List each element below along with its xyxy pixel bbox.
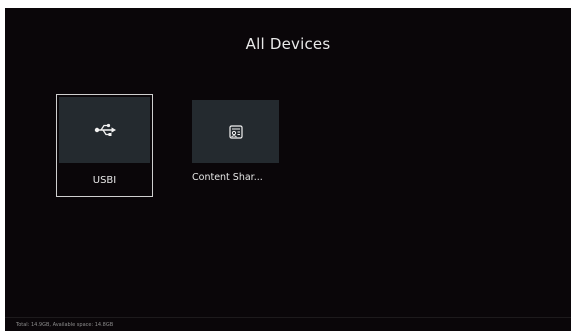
device-tile-usb[interactable]: USBI: [56, 94, 153, 197]
usb-icon: [94, 123, 116, 136]
page-title: All Devices: [245, 35, 331, 53]
footer-divider: [5, 317, 571, 318]
device-label: USBI: [92, 175, 117, 186]
device-label: Content Shar...: [192, 172, 263, 183]
device-thumbnail: [59, 97, 150, 163]
tv-screen: All Devices USBI Content Shar... Total: …: [5, 8, 571, 331]
device-tile-content-share[interactable]: Content Shar...: [192, 100, 279, 190]
content-share-icon: [228, 124, 243, 139]
storage-status: Total: 14.9GB, Available space: 14.8GB: [16, 322, 114, 328]
device-thumbnail: [192, 100, 279, 163]
